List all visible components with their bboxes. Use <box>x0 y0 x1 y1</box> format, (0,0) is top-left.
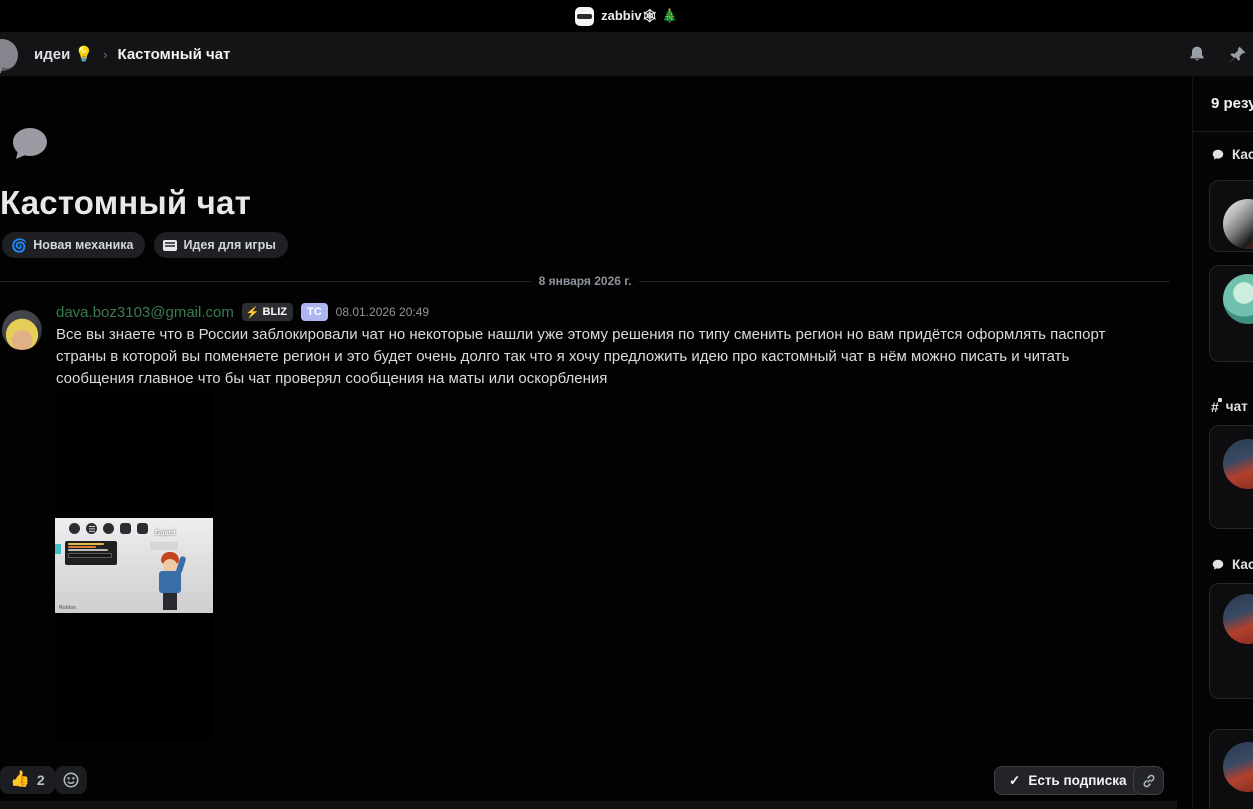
reaction-thumbsup[interactable]: 👍 2 <box>0 766 55 794</box>
server-name: zabbiv🕸 🎄 <box>601 8 678 23</box>
search-result-card[interactable] <box>1209 583 1253 699</box>
roblox-game-screenshot: Guard Roblox <box>55 518 213 613</box>
game-menu-button <box>86 523 97 534</box>
game-ui-button <box>103 523 114 534</box>
subscribed-label: Есть подписка <box>1028 773 1127 788</box>
window-titlebar: zabbiv🕸 🎄 <box>0 0 1253 32</box>
pin-icon[interactable] <box>1227 45 1247 65</box>
result-group-title: Кас <box>1232 147 1253 162</box>
game-ui-button <box>137 523 148 534</box>
server-emoji-icon <box>575 6 595 26</box>
search-results-sidebar: 9 резу Кас # чат Кас <box>1192 77 1253 809</box>
cyclone-icon: 🌀 <box>11 237 28 253</box>
tag-label: Идея для игры <box>183 238 276 252</box>
result-group-title: чат <box>1225 399 1248 414</box>
result-group-thread: Кас <box>1211 557 1253 572</box>
search-result-card[interactable] <box>1209 180 1253 252</box>
chat-bubble-icon <box>1212 149 1224 160</box>
channel-header: идеи 💡 › Кастомный чат <box>0 32 1253 77</box>
message-timestamp: 08.01.2026 20:49 <box>335 305 430 319</box>
copy-link-button[interactable] <box>1133 766 1164 795</box>
game-chat-overlay <box>65 541 117 565</box>
subscribed-button[interactable]: ✓ Есть подписка <box>994 766 1142 795</box>
lightning-icon: ⚡ <box>245 306 260 319</box>
link-icon <box>1143 774 1154 787</box>
add-reaction-button[interactable] <box>55 766 87 794</box>
keyboard-icon <box>163 239 178 251</box>
forum-channel-icon <box>0 39 18 71</box>
check-icon: ✓ <box>1009 772 1021 788</box>
results-count: 9 резу <box>1211 95 1253 112</box>
message-header: dava.boz3103@gmail.com ⚡ BLIZ TC 08.01.20… <box>56 303 429 321</box>
roblox-character <box>153 552 187 612</box>
tag-game-idea[interactable]: Идея для игры <box>154 232 288 258</box>
result-avatar <box>1223 594 1253 644</box>
search-result-card[interactable] <box>1209 265 1253 362</box>
npc-name-label: Guard <box>154 530 176 537</box>
breadcrumb-separator: › <box>103 46 108 62</box>
tag-new-mechanic[interactable]: 🌀 Новая механика <box>2 232 146 258</box>
result-group-thread: Кас <box>1211 147 1253 162</box>
smiley-icon <box>63 772 79 788</box>
message-input-edge[interactable] <box>0 800 1177 809</box>
thread-tags: 🌀 Новая механика Идея для игры <box>2 232 288 258</box>
hashtag-icon: # <box>1211 397 1222 415</box>
badge-tc[interactable]: TC <box>300 303 328 321</box>
header-actions <box>1187 32 1251 77</box>
result-avatar <box>1223 274 1253 324</box>
badge-bliz-label: BLIZ <box>262 306 287 318</box>
author-username[interactable]: dava.boz3103@gmail.com <box>56 304 234 321</box>
npc-action-button <box>150 542 178 550</box>
thread-title: Кастомный чат <box>0 184 251 221</box>
reaction-count: 2 <box>36 772 45 788</box>
sidebar-divider <box>1193 131 1253 132</box>
game-ui-button <box>69 523 80 534</box>
breadcrumb-forum-channel[interactable]: идеи 💡 <box>34 45 93 63</box>
thread-chat-bubble-icon <box>8 122 52 171</box>
result-avatar <box>1223 742 1253 792</box>
date-divider-label: 8 января 2026 г. <box>538 274 632 288</box>
result-group-title: Кас <box>1232 557 1253 572</box>
chat-bubble-icon <box>1212 559 1224 570</box>
badge-bliz[interactable]: ⚡ BLIZ <box>241 303 293 321</box>
result-avatar <box>1223 439 1253 489</box>
thumbsup-emoji: 👍 <box>10 771 30 788</box>
breadcrumb-thread-name: Кастомный чат <box>117 45 231 63</box>
search-result-card[interactable] <box>1209 729 1253 809</box>
result-group-channel: # чат <box>1211 397 1248 415</box>
discord-forum-thread-view: zabbiv🕸 🎄 идеи 💡 › Кастомный чат Кастомн… <box>0 0 1253 809</box>
author-avatar[interactable] <box>2 310 42 350</box>
search-result-card[interactable] <box>1209 425 1253 529</box>
message-text: Все вы знаете что в России заблокировали… <box>56 326 1106 387</box>
scene-detail <box>55 544 61 554</box>
attachment-image[interactable]: Guard Roblox <box>55 390 213 740</box>
game-watermark: Roblox <box>59 605 76 611</box>
notifications-bell-icon[interactable] <box>1187 45 1207 65</box>
game-ui-button <box>120 523 131 534</box>
result-avatar <box>1223 199 1253 249</box>
tag-label: Новая механика <box>33 238 134 252</box>
date-divider: 8 января 2026 г. <box>0 272 1170 290</box>
